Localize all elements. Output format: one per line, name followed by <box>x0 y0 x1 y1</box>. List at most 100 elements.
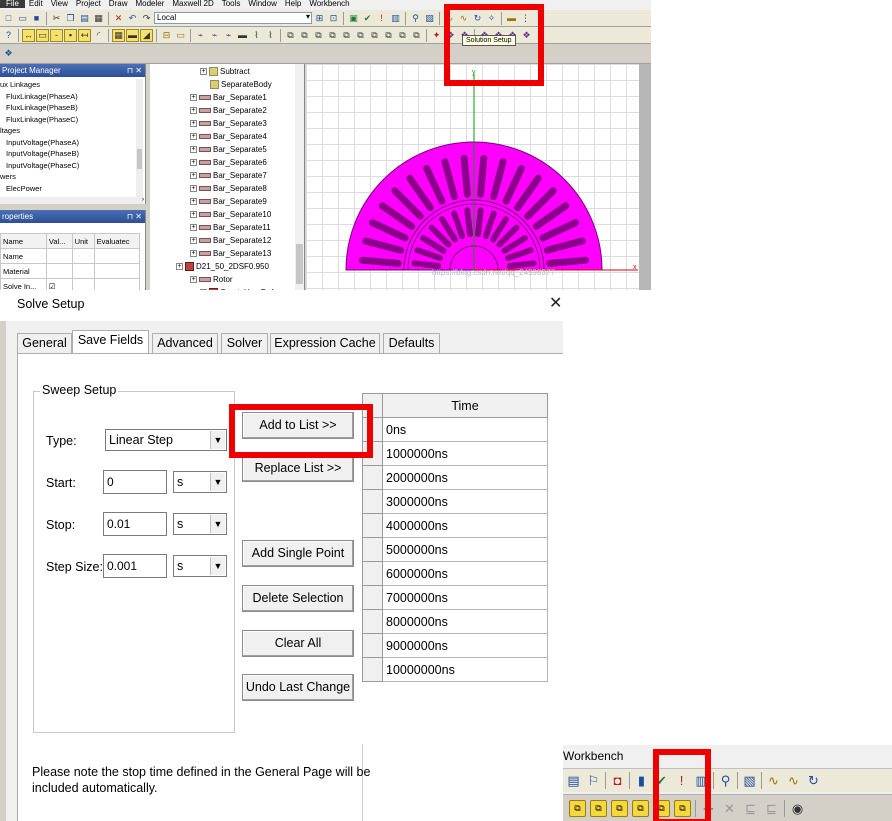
snap-icon[interactable]: ⊡ <box>327 12 340 25</box>
menu-file[interactable]: File <box>0 0 25 8</box>
plane-mode-icon[interactable]: ▬ <box>126 28 139 42</box>
table-row[interactable]: 0ns <box>362 417 548 442</box>
row-header[interactable] <box>362 585 383 610</box>
view-8-icon[interactable]: ⧉ <box>382 29 395 42</box>
row-header[interactable] <box>362 561 383 586</box>
clear-all-button[interactable]: Clear All <box>242 630 354 657</box>
undo-last-change-button[interactable]: Undo Last Change <box>242 674 354 701</box>
start-unit-select[interactable]: s ▼ <box>173 471 227 493</box>
project-tree-item[interactable]: InputVoltage(PhaseB) <box>0 148 145 160</box>
expand-icon[interactable]: + <box>190 94 197 102</box>
menu-maxwell-2d[interactable]: Maxwell 2D <box>168 0 217 8</box>
view-5-icon[interactable]: ⧉ <box>340 29 353 42</box>
add-single-point-button[interactable]: Add Single Point <box>242 540 354 567</box>
quick-report-icon[interactable]: ◘ <box>609 772 626 789</box>
tree-item[interactable]: + Bar_Separate11 <box>190 221 271 234</box>
menu-edit[interactable]: Edit <box>25 0 47 8</box>
table-row[interactable]: 2000000ns <box>362 465 548 490</box>
draw-rectangle-icon[interactable]: ▭ <box>36 28 49 42</box>
tree-item[interactable]: + Bar_Separate7 <box>190 169 267 182</box>
tree-item[interactable]: + Bar_Separate8 <box>190 182 267 195</box>
cut-icon[interactable]: ✂ <box>50 12 63 25</box>
tree-item[interactable]: + Bar_Separate1 <box>190 91 267 104</box>
draw-arrow-icon[interactable]: ↤ <box>78 28 91 42</box>
grid-mode-icon[interactable]: ▦ <box>112 28 125 42</box>
project-tree-item[interactable]: ElecPower <box>0 183 145 195</box>
tree-item[interactable]: + Bar_Separate4 <box>190 130 267 143</box>
check-icon[interactable]: ✔ <box>361 12 374 25</box>
tree-item[interactable]: + Bar_Separate9 <box>190 195 267 208</box>
view-4-icon[interactable]: ⧉ <box>326 29 339 42</box>
expand-icon[interactable]: + <box>190 250 197 258</box>
row-header[interactable] <box>362 633 383 658</box>
table-row[interactable]: 4000000ns <box>362 513 548 538</box>
object-cs-icon[interactable]: ⊑ <box>763 800 780 817</box>
draw-square-icon[interactable]: ▪ <box>64 28 77 42</box>
draw-point-icon[interactable]: - <box>50 28 63 42</box>
view-2-icon[interactable]: ⧉ <box>590 799 607 817</box>
view-7-icon[interactable]: ⧉ <box>368 29 381 42</box>
close-icon[interactable]: ✕ <box>549 293 562 313</box>
draw-line-icon[interactable]: ↔ <box>22 28 35 42</box>
subtract-icon[interactable]: ⌁ <box>208 29 221 42</box>
expand-icon[interactable]: + <box>190 133 197 141</box>
table-row[interactable]: 9000000ns <box>362 633 548 658</box>
table-row[interactable]: 5000000ns <box>362 537 548 562</box>
expand-icon[interactable]: + <box>176 263 183 271</box>
row-header[interactable] <box>362 609 383 634</box>
expand-icon[interactable]: + <box>190 172 197 180</box>
view-10-icon[interactable]: ⧉ <box>410 29 423 42</box>
fields-icon[interactable]: ▧ <box>741 772 758 789</box>
fit-icon[interactable]: ✦ <box>430 29 443 42</box>
expand-icon[interactable]: + <box>190 211 197 219</box>
menu-view[interactable]: View <box>47 0 72 8</box>
print-icon[interactable]: ▦ <box>92 12 105 25</box>
tree-vertical-scrollbar[interactable] <box>295 64 304 290</box>
redo-icon[interactable]: ↷ <box>140 12 153 25</box>
region-icon[interactable]: ▭ <box>174 29 187 42</box>
step-size-input[interactable] <box>103 554 167 578</box>
table-row[interactable]: 10000000ns <box>362 657 548 682</box>
stop-unit-select[interactable]: s ▼ <box>173 513 227 535</box>
menu-modeler[interactable]: Modeler <box>131 0 168 8</box>
coordinate-system-select[interactable]: Local <box>154 12 312 24</box>
paste-icon[interactable]: ▤ <box>78 12 91 25</box>
start-input[interactable] <box>103 470 167 494</box>
row-header[interactable] <box>362 657 383 682</box>
expand-icon[interactable]: + <box>190 224 197 232</box>
save-icon[interactable]: ■ <box>30 12 43 25</box>
view-3-icon[interactable]: ⧉ <box>611 799 628 817</box>
view-9-icon[interactable]: ⧉ <box>396 29 409 42</box>
delete-selection-button[interactable]: Delete Selection <box>242 585 354 612</box>
view-6-icon[interactable]: ⧉ <box>354 29 367 42</box>
solution-setup-icon[interactable]: ⚲ <box>717 772 734 789</box>
table-row[interactable]: 1000000ns <box>362 441 548 466</box>
solve-inside-checkbox[interactable]: ☑ <box>45 278 73 290</box>
split-icon[interactable]: ▬ <box>236 29 249 42</box>
help-icon[interactable]: ? <box>2 29 15 42</box>
tree-icon[interactable]: ⚐ <box>585 772 602 789</box>
project-tree-item[interactable]: InputVoltage(PhaseA) <box>0 137 145 149</box>
tab-defaults[interactable]: Defaults <box>383 333 440 353</box>
menu-workbench[interactable]: Workbench <box>305 0 353 8</box>
validate-icon[interactable]: ▣ <box>347 12 360 25</box>
menu-project[interactable]: Project <box>72 0 105 8</box>
project-tree-item[interactable]: FluxLinkage(PhaseA) <box>0 91 145 103</box>
box-icon[interactable]: ⊟ <box>160 29 173 42</box>
replace-list-button[interactable]: Replace List >> <box>242 455 354 482</box>
report-icon[interactable]: ▤ <box>565 772 582 789</box>
delete-icon[interactable]: ✕ <box>112 12 125 25</box>
row-header[interactable] <box>362 465 383 490</box>
copy-icon[interactable]: ❐ <box>64 12 77 25</box>
expand-icon[interactable]: + <box>190 276 197 284</box>
menu-tools[interactable]: Tools <box>218 0 245 8</box>
draw-arc-icon[interactable]: ◜ <box>92 29 105 42</box>
sweep-icon[interactable]: ⌇ <box>250 29 263 42</box>
tree-item[interactable]: + Bar_Separate12 <box>190 234 271 247</box>
sweep-type-select[interactable]: Linear Step ▼ <box>105 429 227 451</box>
tree-item[interactable]: + Bar_Separate3 <box>190 117 267 130</box>
project-tree-item[interactable]: InputVoltage(PhaseC) <box>0 160 145 172</box>
expand-icon[interactable]: + <box>190 185 197 193</box>
step-unit-select[interactable]: s ▼ <box>173 555 227 577</box>
relative-cs-icon[interactable]: ✕ <box>721 800 738 817</box>
